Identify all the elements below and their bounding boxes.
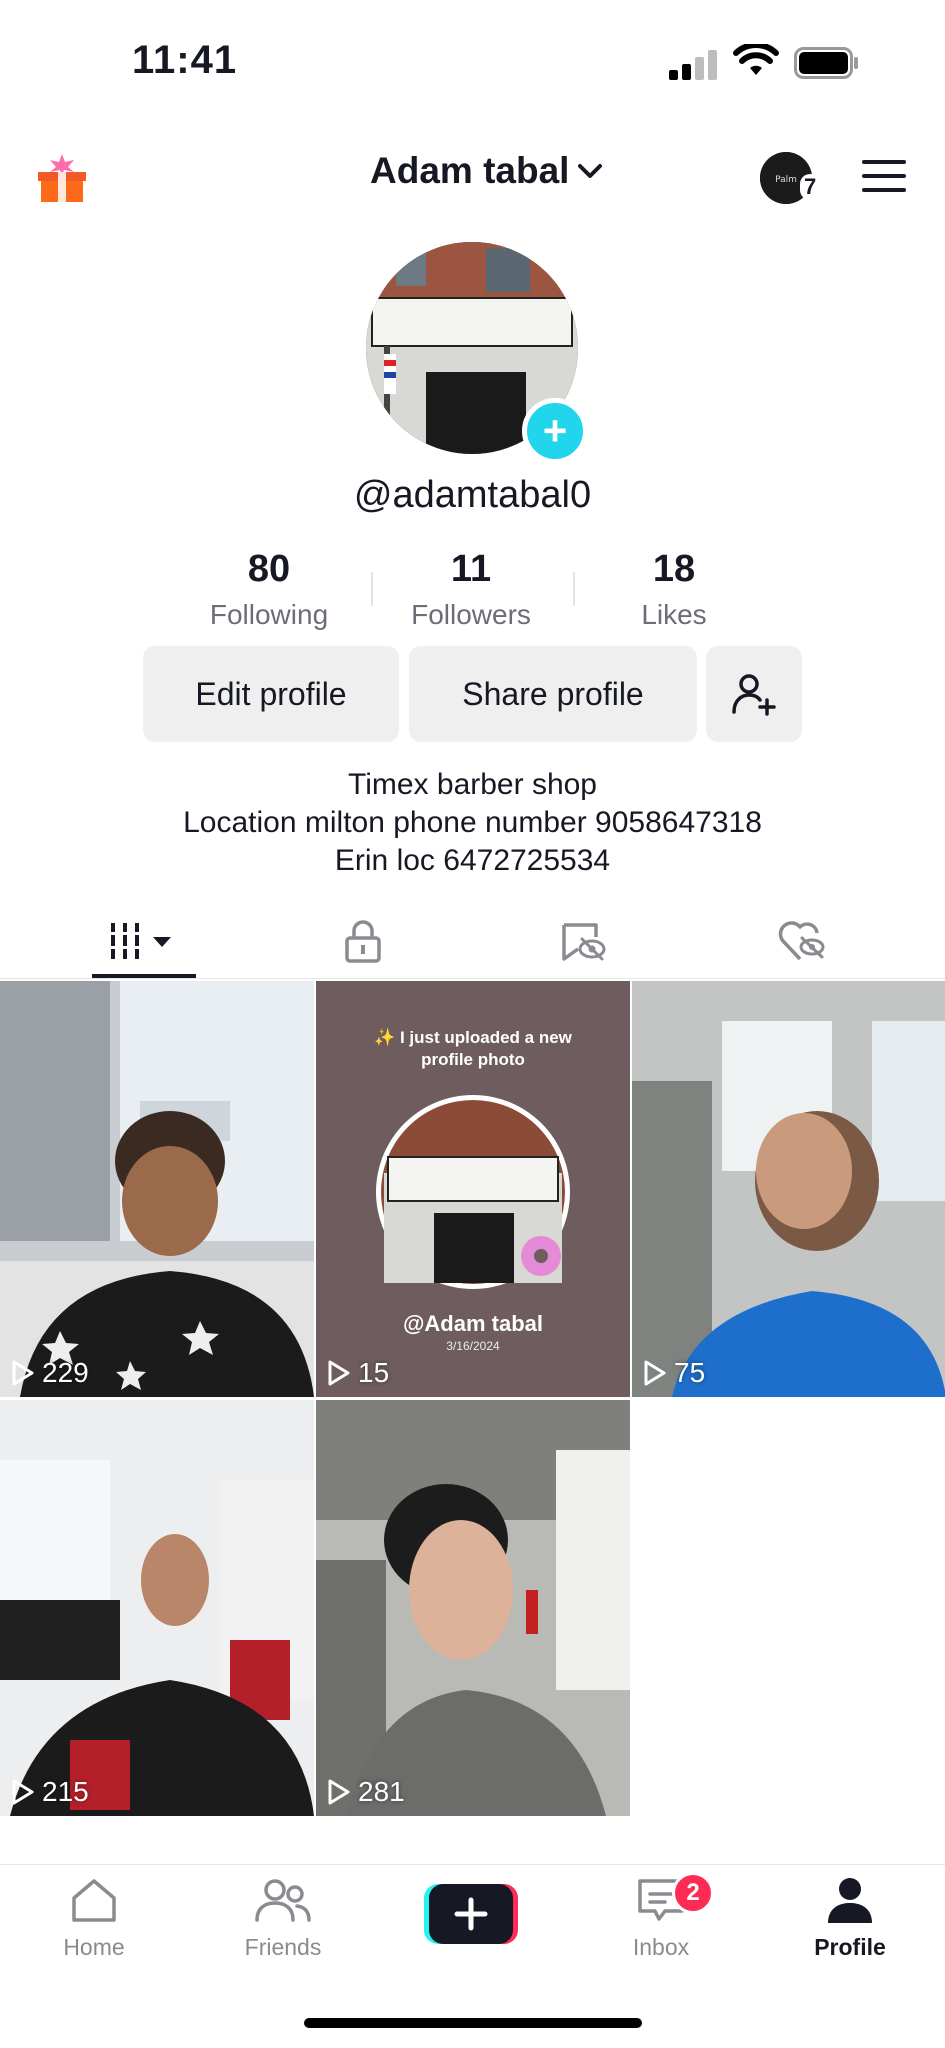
video-thumbnail[interactable]: 281	[316, 1400, 630, 1816]
nav-profile[interactable]: Profile	[775, 1876, 925, 1961]
account-name: Adam tabal	[370, 150, 570, 191]
friends-icon	[255, 1879, 311, 1922]
svg-text:Palm: Palm	[775, 175, 797, 185]
nav-divider	[0, 1864, 945, 1865]
view-count: 281	[326, 1776, 405, 1808]
plus-icon: +	[542, 407, 568, 454]
hidden-heart-icon	[778, 921, 825, 961]
video-thumbnail[interactable]: 229	[0, 981, 314, 1397]
bio-line: Location milton phone number 9058647318	[183, 806, 762, 839]
play-icon	[12, 1779, 34, 1805]
video-date: 3/16/2024	[446, 1339, 500, 1353]
view-count: 215	[10, 1776, 89, 1808]
video-author: @Adam tabal	[402, 1311, 544, 1336]
stat-label: Followers	[411, 599, 531, 630]
bio-line: Erin loc 6472725534	[334, 844, 611, 877]
video-thumbnail[interactable]: 215	[0, 1400, 314, 1816]
stat-following[interactable]: 80 Following	[169, 548, 369, 631]
nav-friends[interactable]: Friends	[208, 1876, 358, 1961]
account-switcher[interactable]: Adam tabal	[370, 150, 603, 192]
play-icon	[328, 1360, 350, 1386]
tab-private[interactable]	[245, 908, 481, 974]
stat-label: Likes	[641, 599, 707, 630]
profile-bio: Timex barber shop Location milton phone …	[0, 766, 945, 880]
video-thumbnail[interactable]: 75	[632, 981, 945, 1397]
stat-value: 11	[450, 548, 492, 590]
cellular-signal-icon	[669, 48, 721, 80]
profile-handle: @adamtabal0	[353, 474, 592, 516]
nav-label: Home	[63, 1934, 125, 1960]
stat-value: 80	[247, 548, 291, 590]
battery-icon	[794, 47, 858, 79]
view-count-value: 75	[674, 1357, 706, 1388]
add-avatar-button[interactable]: +	[522, 398, 588, 464]
videos-grid-icon	[109, 923, 171, 959]
gift-icon[interactable]	[34, 152, 90, 204]
play-icon	[328, 1779, 350, 1805]
edit-profile-button[interactable]: Edit profile	[143, 646, 399, 742]
nav-label: Friends	[244, 1934, 322, 1960]
stat-label: Following	[209, 599, 329, 630]
add-person-icon	[732, 674, 776, 716]
tab-reposts[interactable]	[464, 908, 700, 974]
tab-liked[interactable]	[683, 908, 919, 974]
video-caption: ✨ I just uploaded a new profile photo	[374, 1028, 572, 1069]
play-icon	[644, 1360, 666, 1386]
view-count-value: 281	[358, 1776, 405, 1807]
view-count-value: 15	[358, 1357, 390, 1388]
hidden-eye-icon	[562, 923, 606, 961]
home-indicator[interactable]	[304, 2018, 642, 2028]
tab-videos[interactable]	[26, 908, 262, 974]
nav-home[interactable]: Home	[19, 1876, 169, 1961]
notification-count: 7	[800, 174, 821, 200]
view-count-value: 229	[42, 1357, 89, 1388]
play-icon	[12, 1360, 34, 1386]
stat-followers[interactable]: 11 Followers	[371, 548, 571, 631]
chevron-down-icon	[578, 164, 603, 178]
create-button[interactable]	[424, 1884, 518, 1944]
stat-likes: 18 Likes	[574, 548, 774, 631]
lock-icon	[345, 920, 381, 963]
nav-label: Profile	[814, 1934, 886, 1960]
view-count: 15	[326, 1357, 389, 1389]
view-count: 75	[642, 1357, 705, 1389]
home-icon	[72, 1879, 116, 1922]
view-count-value: 215	[42, 1776, 89, 1807]
stat-value: 18	[652, 548, 696, 590]
profile-icon	[828, 1878, 872, 1923]
video-thumbnail[interactable]: ✨ I just uploaded a new profile photo @A…	[316, 981, 630, 1397]
share-profile-button[interactable]: Share profile	[409, 646, 697, 742]
inbox-badge: 2	[672, 1872, 714, 1914]
add-friends-button[interactable]	[706, 646, 802, 742]
wifi-icon	[733, 44, 779, 75]
tab-divider	[0, 978, 945, 979]
status-time: 11:41	[132, 38, 238, 82]
nav-label: Inbox	[632, 1934, 690, 1960]
menu-icon[interactable]	[862, 160, 906, 202]
bio-line: Timex barber shop	[348, 768, 597, 801]
view-count: 229	[10, 1357, 89, 1389]
